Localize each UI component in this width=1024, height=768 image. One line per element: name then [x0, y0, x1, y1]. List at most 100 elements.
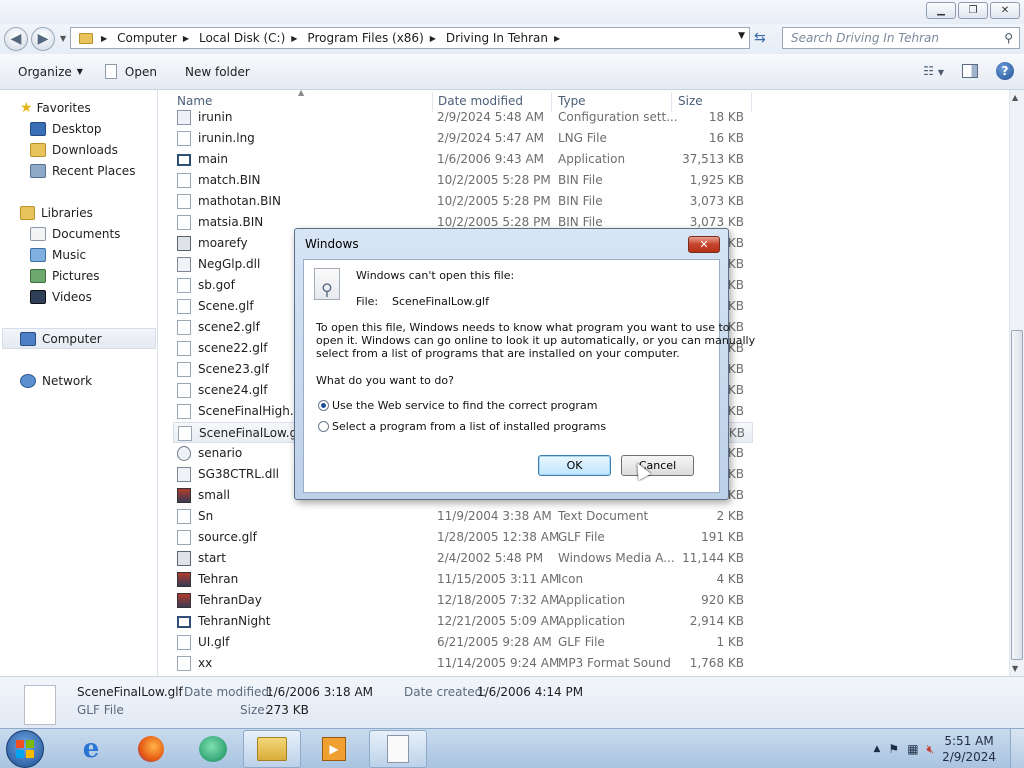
- nav-pictures[interactable]: Pictures: [30, 265, 100, 286]
- desktop-icon: [30, 121, 46, 136]
- dialog-close-button[interactable]: ✕: [688, 236, 720, 253]
- nav-network-label: Network: [42, 373, 93, 388]
- breadcrumb-driving-in-tehran[interactable]: Driving In Tehran: [446, 31, 548, 45]
- scroll-up-icon[interactable]: ▲: [1012, 93, 1018, 102]
- folder-icon: [79, 32, 93, 44]
- taskbar-internet-explorer[interactable]: e: [62, 730, 120, 768]
- file-type: Application: [558, 593, 626, 607]
- file-name: Scene23.glf: [198, 362, 269, 376]
- file-icon: [177, 173, 191, 188]
- network-status-icon[interactable]: ▦: [907, 742, 918, 756]
- ok-button[interactable]: OK: [538, 455, 611, 476]
- window-title-bar: ▁ ❐ ✕: [0, 0, 1024, 24]
- file-name: NegGlp.dll: [198, 257, 261, 271]
- preview-pane-button[interactable]: [962, 64, 978, 78]
- file-name: small: [198, 488, 230, 502]
- file-date-modified: 2/4/2002 5:48 PM: [437, 551, 544, 565]
- table-row[interactable]: match.BIN 10/2/2005 5:28 PM BIN File 1,925 …: [173, 170, 753, 191]
- file-icon: [178, 426, 192, 441]
- nav-downloads[interactable]: Downloads: [30, 139, 118, 160]
- nav-downloads-label: Downloads: [52, 142, 118, 157]
- dialog-question: What do you want to do?: [316, 374, 454, 387]
- table-row[interactable]: start 2/4/2002 5:48 PM Windows Media A... 1…: [173, 548, 753, 569]
- radio-installed-programs[interactable]: [318, 421, 329, 432]
- change-view-button[interactable]: ☷ ▼: [923, 64, 944, 78]
- taskbar-windows-explorer[interactable]: [243, 730, 301, 768]
- details-file-type: GLF File: [77, 703, 124, 717]
- maximize-button[interactable]: ❐: [958, 2, 988, 19]
- scrollbar-thumb[interactable]: [1011, 330, 1023, 660]
- breadcrumb-program-files[interactable]: Program Files (x86): [307, 31, 423, 45]
- nav-documents[interactable]: Documents: [30, 223, 120, 244]
- taskbar-firefox[interactable]: [122, 730, 180, 768]
- recent-pages-dropdown[interactable]: ▼: [60, 34, 66, 43]
- taskbar-dialog-window[interactable]: [369, 730, 427, 768]
- table-row[interactable]: main 1/6/2006 9:43 AM Application 37,513 KB: [173, 149, 753, 170]
- show-hidden-icons-icon[interactable]: ▲: [874, 744, 881, 754]
- taskbar-media-center[interactable]: [184, 730, 242, 768]
- refresh-button[interactable]: ⇆: [754, 30, 772, 48]
- nav-favorites[interactable]: ★ Favorites: [20, 97, 91, 118]
- nav-music[interactable]: Music: [30, 244, 86, 265]
- action-center-flag-icon[interactable]: ⚑: [888, 742, 899, 756]
- search-input[interactable]: Search Driving In Tehran ⚲: [782, 27, 1020, 49]
- taskbar-media-player[interactable]: ▶: [305, 730, 363, 768]
- show-desktop-button[interactable]: [1010, 729, 1024, 768]
- file-name: SG38CTRL.dll: [198, 467, 280, 481]
- close-button[interactable]: ✕: [990, 2, 1020, 19]
- table-row[interactable]: irunin 2/9/2024 5:48 AM Configuration sett…: [173, 107, 753, 128]
- dll-icon: [177, 257, 191, 272]
- new-folder-button[interactable]: New folder: [185, 65, 250, 79]
- volume-muted-icon[interactable]: 🔇︎: [927, 742, 935, 757]
- radio-web-service[interactable]: [318, 400, 329, 411]
- radio-installed-programs-label[interactable]: Select a program from a list of installe…: [332, 420, 606, 433]
- chevron-right-icon: ▶: [101, 33, 108, 43]
- table-row[interactable]: Tehran 11/15/2005 3:11 AM Icon 4 KB: [173, 569, 753, 590]
- vertical-scrollbar[interactable]: ▲ ▼: [1009, 90, 1024, 676]
- table-row[interactable]: irunin.lng 2/9/2024 5:47 AM LNG File 16 KB: [173, 128, 753, 149]
- help-button[interactable]: ?: [996, 62, 1014, 80]
- radio-web-service-label[interactable]: Use the Web service to find the correct …: [332, 399, 597, 412]
- file-type: Application: [558, 152, 626, 166]
- file-date-modified: 10/2/2005 5:28 PM: [437, 173, 551, 187]
- nav-desktop[interactable]: Desktop: [30, 118, 102, 139]
- clock[interactable]: 5:51 AM 2/9/2024: [942, 733, 996, 765]
- file-type: Text Document: [558, 509, 649, 523]
- table-row[interactable]: mathotan.BIN 10/2/2005 5:28 PM BIN File 3,0…: [173, 191, 753, 212]
- start-button[interactable]: [6, 730, 44, 768]
- file-name: senario: [198, 446, 243, 460]
- scroll-down-icon[interactable]: ▼: [1012, 664, 1018, 673]
- address-dropdown-icon[interactable]: ▼: [738, 31, 745, 41]
- file-name: moarefy: [198, 236, 248, 250]
- breadcrumb-local-disk[interactable]: Local Disk (C:): [199, 31, 285, 45]
- nav-computer[interactable]: Computer: [2, 328, 156, 349]
- media-player-icon: ▶: [322, 737, 346, 761]
- table-row[interactable]: Sn 11/9/2004 3:38 AM Text Document 2 KB: [173, 506, 753, 527]
- table-row[interactable]: UI.glf 6/21/2005 9:28 AM GLF File 1 KB: [173, 632, 753, 653]
- nav-videos[interactable]: Videos: [30, 286, 92, 307]
- forward-arrow-icon: ▶: [37, 31, 49, 47]
- nav-libraries[interactable]: Libraries: [20, 202, 93, 223]
- back-arrow-icon: ◀: [10, 31, 22, 47]
- forward-button[interactable]: ▶: [31, 27, 55, 51]
- address-bar[interactable]: ▶ Computer ▶ Local Disk (C:) ▶ Program F…: [70, 27, 750, 49]
- nav-libraries-label: Libraries: [41, 205, 93, 220]
- internet-explorer-icon: e: [82, 734, 100, 764]
- file-date-modified: 10/2/2005 5:28 PM: [437, 215, 551, 229]
- search-icon[interactable]: ⚲: [1004, 31, 1013, 45]
- minimize-button[interactable]: ▁: [926, 2, 956, 19]
- breadcrumb-computer[interactable]: Computer: [117, 31, 177, 45]
- table-row[interactable]: TehranNight 12/21/2005 5:09 AM Application…: [173, 611, 753, 632]
- table-row[interactable]: TehranDay 12/18/2005 7:32 AM Application 92…: [173, 590, 753, 611]
- open-button[interactable]: Open: [104, 64, 157, 79]
- nav-network[interactable]: Network: [20, 370, 92, 391]
- back-button[interactable]: ◀: [4, 27, 28, 51]
- clock-date: 2/9/2024: [942, 750, 996, 764]
- nav-recent-places[interactable]: Recent Places: [30, 160, 135, 181]
- file-icon: [177, 278, 191, 293]
- file-date-modified: 1/6/2006 9:43 AM: [437, 152, 545, 166]
- file-name: Scene.glf: [198, 299, 254, 313]
- table-row[interactable]: source.glf 1/28/2005 12:38 AM GLF File 191 …: [173, 527, 753, 548]
- organize-button[interactable]: Organize ▼: [18, 65, 83, 79]
- table-row[interactable]: xx 11/14/2005 9:24 AM MP3 Format Sound 1,76…: [173, 653, 753, 674]
